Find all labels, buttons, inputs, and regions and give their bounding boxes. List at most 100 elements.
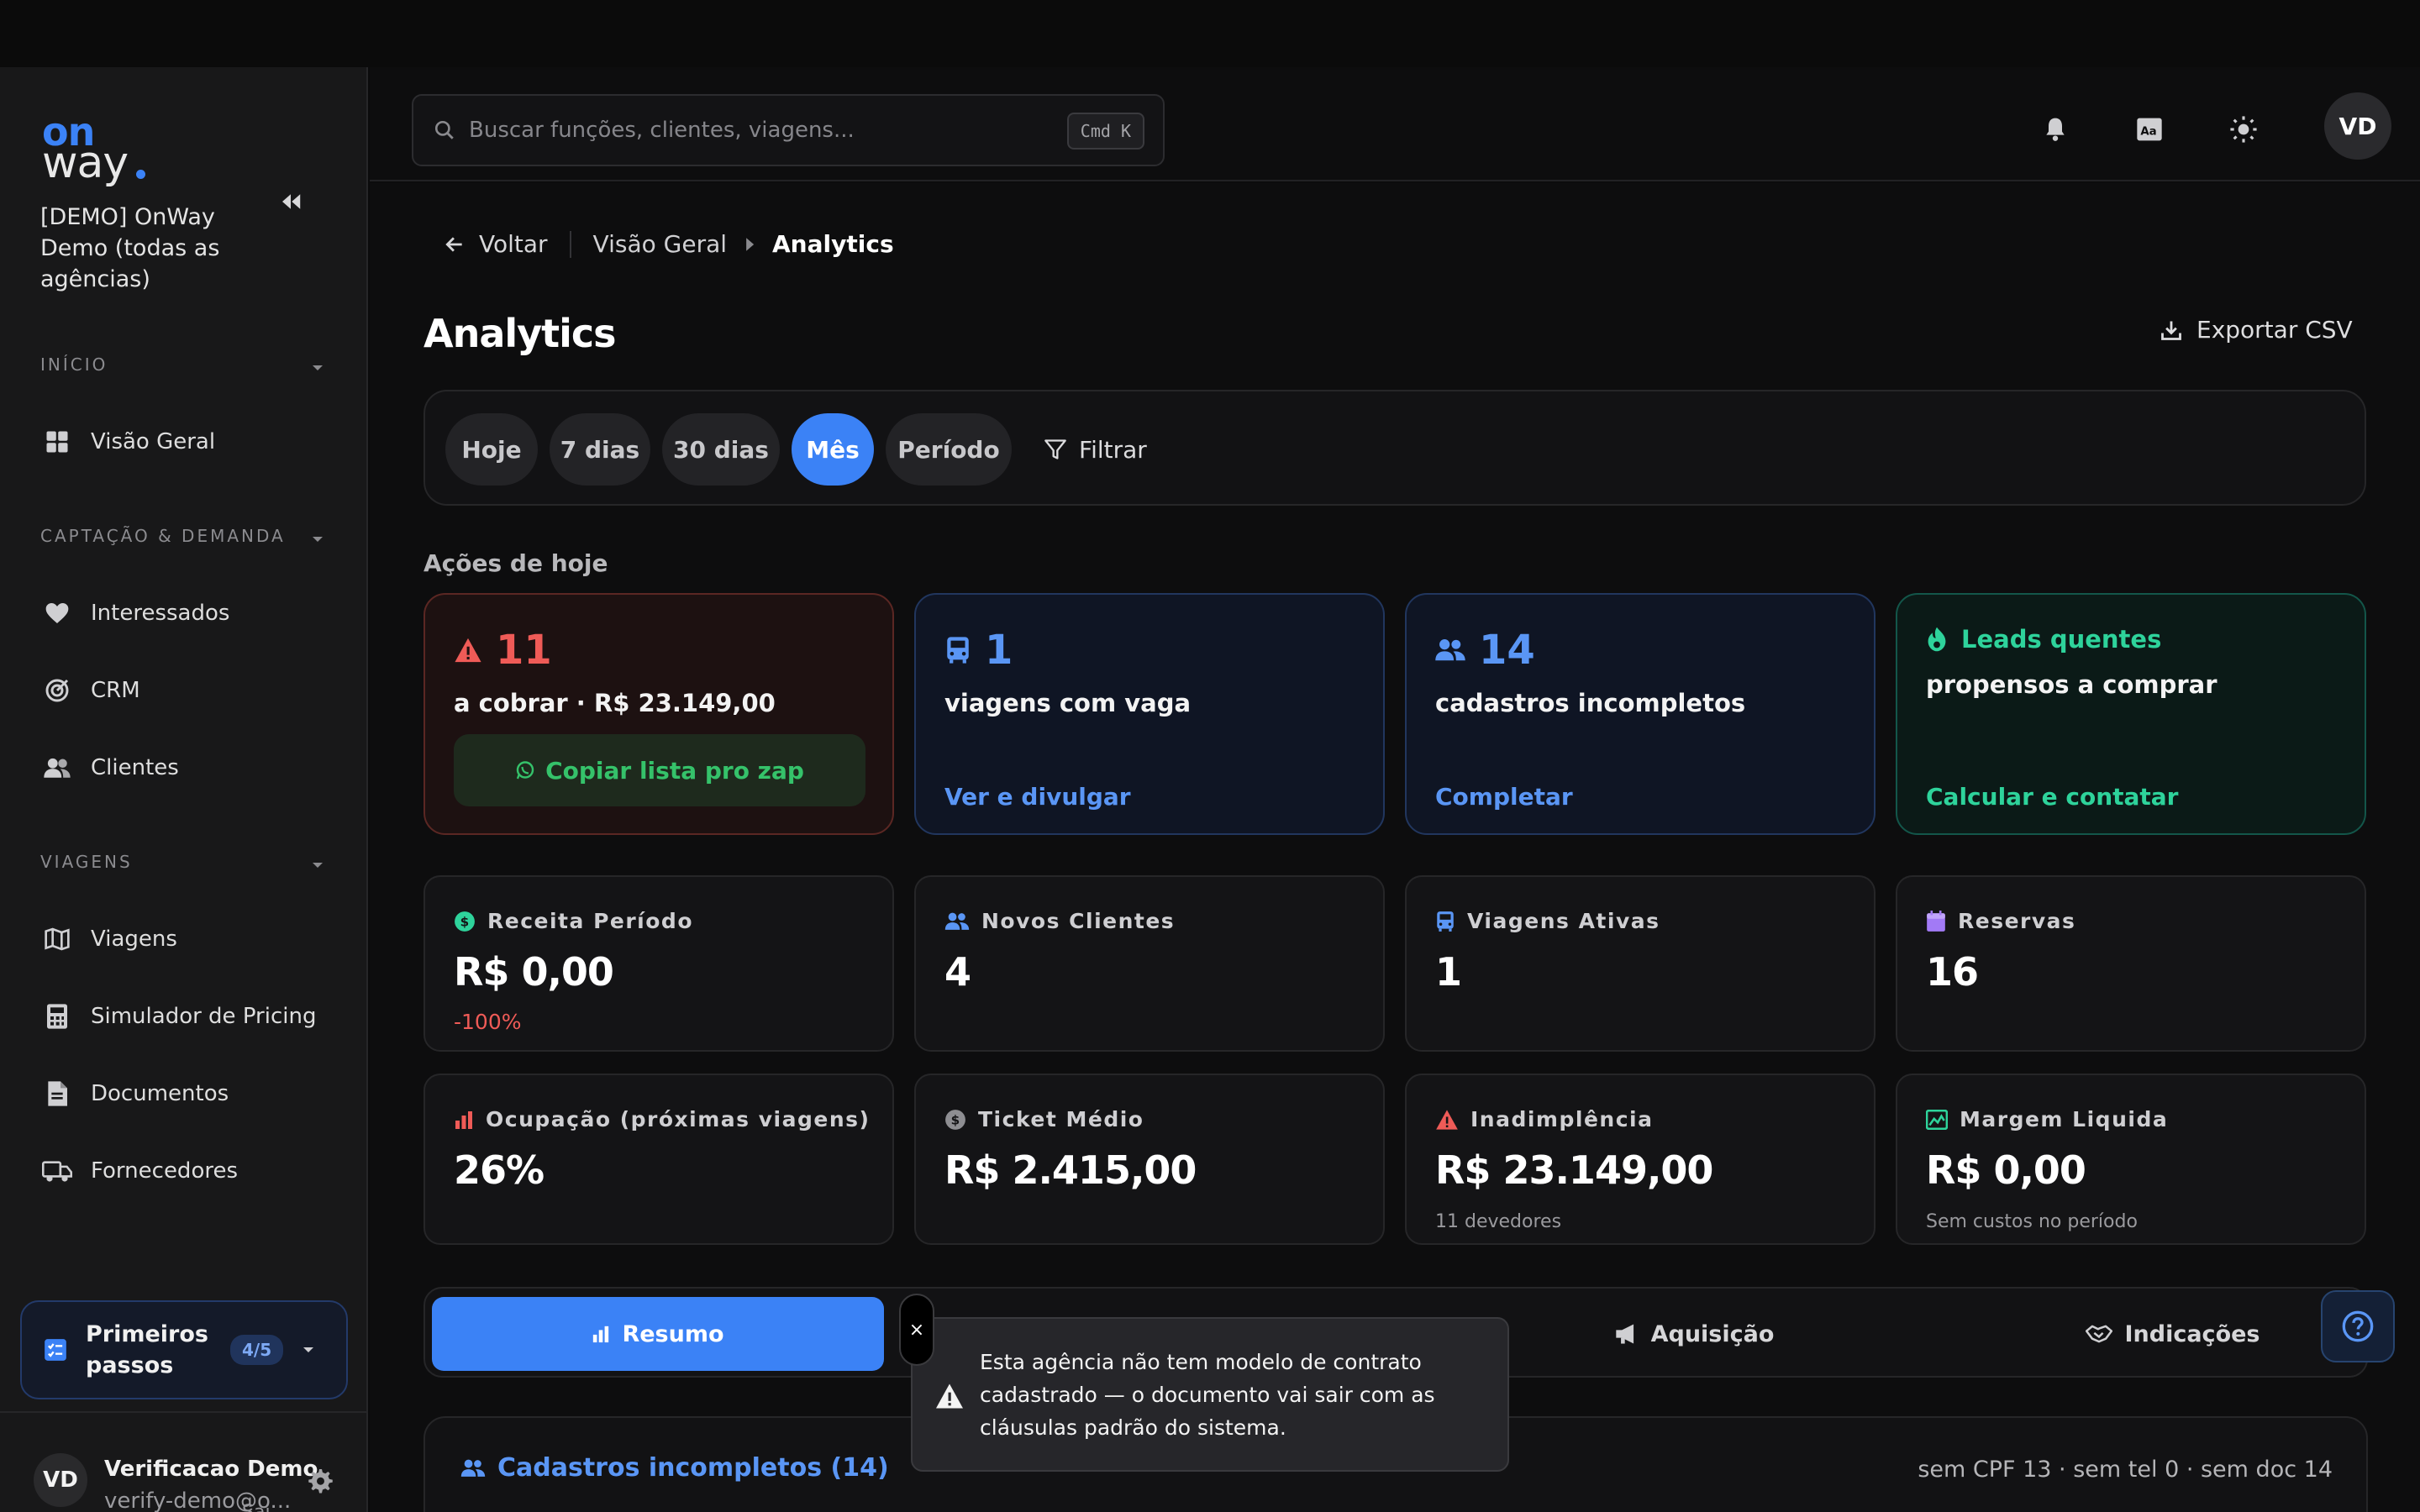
logout-link[interactable]: Sai... [242, 1502, 288, 1512]
sidebar-item-simulador-pricing[interactable]: Simulador de Pricing [30, 990, 338, 1043]
copy-zap-list-button[interactable]: Copiar lista pro zap [454, 734, 865, 806]
filter-button[interactable]: Filtrar [1044, 413, 1147, 486]
stat-card-title: Margem Liquida [1960, 1107, 2169, 1131]
tab-label: Indicações [2124, 1320, 2260, 1347]
action-card-desc: propensos a comprar [1926, 670, 2217, 699]
chevron-down-icon [303, 1347, 314, 1352]
period-pill-30-dias[interactable]: 30 dias [662, 413, 780, 486]
tab-indicacoes[interactable]: Indicações [2022, 1297, 2324, 1371]
document-icon [42, 1079, 72, 1109]
gear-icon[interactable] [304, 1467, 334, 1497]
help-button[interactable] [2321, 1290, 2395, 1362]
notifications-button[interactable] [2032, 106, 2079, 153]
stat-card-receita: $ Receita Período R$ 0,00 -100% [424, 875, 894, 1052]
stat-card-value: 1 [1435, 949, 1462, 995]
stat-card-head: $ Receita Período [454, 909, 693, 933]
back-button[interactable]: Voltar [444, 230, 548, 258]
chevron-down-icon[interactable] [308, 855, 328, 875]
incomplete-summary: sem CPF 13 · sem tel 0 · sem doc 14 [1918, 1457, 2333, 1483]
period-filter-bar: Hoje 7 dias 30 dias Mês Período Filtrar [424, 390, 2366, 506]
first-steps-label: Primeiros passos [86, 1321, 208, 1378]
action-card-desc: a cobrar · R$ 23.149,00 [454, 689, 776, 717]
header: Buscar funções, clientes, viagens... Cmd… [370, 67, 2420, 181]
sidebar-item-clientes[interactable]: Clientes [30, 741, 338, 795]
text-size-icon: Aa [2137, 118, 2162, 141]
period-pill-hoje[interactable]: Hoje [445, 413, 538, 486]
stat-card-viagens-ativas: Viagens Ativas 1 [1405, 875, 1876, 1052]
logo[interactable]: on way [42, 113, 160, 188]
chevron-right-icon [746, 237, 755, 251]
export-csv-button[interactable]: Exportar CSV [2160, 316, 2353, 344]
stat-card-value: R$ 0,00 [1926, 1147, 2086, 1193]
sidebar-item-label: Interessados [91, 601, 230, 626]
svg-text:Aa: Aa [2140, 126, 2156, 139]
complete-link[interactable]: Completar [1435, 783, 1573, 811]
breadcrumb-parent[interactable]: Visão Geral [593, 230, 727, 258]
tab-resumo[interactable]: Resumo [432, 1297, 884, 1371]
sidebar-item-crm[interactable]: CRM [30, 664, 338, 717]
see-and-share-link[interactable]: Ver e divulgar [944, 783, 1131, 811]
sidebar-item-fornecedores[interactable]: Fornecedores [30, 1144, 338, 1198]
search-input[interactable]: Buscar funções, clientes, viagens... Cmd… [412, 94, 1165, 166]
copy-zap-label: Copiar lista pro zap [545, 756, 804, 785]
actions-section-title: Ações de hoje [424, 549, 608, 577]
users-icon [944, 912, 970, 930]
chevron-down-icon[interactable] [308, 358, 328, 378]
stat-card-head: Inadimplência [1435, 1107, 1653, 1131]
download-icon [2161, 321, 2181, 340]
svg-text:$: $ [951, 1112, 960, 1127]
sidebar-item-viagens[interactable]: Viagens [30, 912, 338, 966]
stat-card-value: R$ 23.149,00 [1435, 1147, 1713, 1193]
logo-dot [136, 170, 145, 179]
avatar[interactable]: VD [34, 1453, 87, 1507]
toast-close-button[interactable]: × [899, 1294, 934, 1366]
collapse-sidebar-button[interactable] [274, 185, 308, 218]
action-card-head: 14 [1435, 627, 1535, 674]
agency-name[interactable]: [DEMO] OnWay Demo (todas as agências) [40, 202, 276, 295]
stat-card-margem: Margem Liquida R$ 0,00 Sem custos no per… [1896, 1074, 2366, 1245]
period-pill-periodo[interactable]: Período [886, 413, 1012, 486]
sidebar-item-visao-geral[interactable]: Visão Geral [30, 415, 338, 469]
stat-card-value: R$ 2.415,00 [944, 1147, 1197, 1193]
sidebar-item-label: CRM [91, 678, 140, 703]
section-title-inicio[interactable]: INÍCIO [40, 354, 108, 375]
action-card-title: Leads quentes [1961, 625, 2162, 654]
calendar-icon [1927, 910, 1945, 932]
section-title-viagens[interactable]: VIAGENS [40, 852, 133, 872]
avatar[interactable]: VD [2324, 92, 2391, 160]
arrow-left-icon [445, 236, 462, 252]
section-title-captacao[interactable]: CAPTAÇÃO & DEMANDA [40, 526, 286, 546]
handshake-icon [2086, 1325, 2113, 1343]
action-card-number: 11 [496, 627, 552, 674]
sidebar-item-label: Fornecedores [91, 1158, 239, 1184]
tab-aquisicao[interactable]: Aquisição [1543, 1297, 1845, 1371]
period-pill-mes[interactable]: Mês [792, 413, 874, 486]
flame-icon [1928, 627, 1946, 652]
sidebar-item-documentos[interactable]: Documentos [30, 1067, 338, 1121]
chevron-down-icon[interactable] [308, 529, 328, 549]
grid-icon [42, 427, 72, 457]
keyboard-shortcut-badge: Cmd K [1066, 113, 1144, 150]
incomplete-title-wrap[interactable]: Cadastros incompletos (14) [460, 1453, 889, 1483]
theme-toggle-button[interactable] [2220, 106, 2267, 153]
users-icon [1435, 639, 1465, 661]
back-label: Voltar [479, 230, 548, 258]
whatsapp-icon [516, 761, 534, 780]
font-size-button[interactable]: Aa [2126, 106, 2173, 153]
sidebar-item-interessados[interactable]: Interessados [30, 586, 338, 640]
calculate-contact-link[interactable]: Calcular e contatar [1926, 783, 2179, 811]
first-steps-card[interactable]: Primeiros passos 4/5 [20, 1300, 348, 1399]
bar-chart-icon [593, 1326, 609, 1343]
sidebar: on way [DEMO] OnWay Demo (todas as agênc… [0, 67, 368, 1512]
user-bar: VD Verificacao Demo verify-demo@o... [0, 1411, 368, 1512]
period-pill-7-dias[interactable]: 7 dias [550, 413, 650, 486]
bus-icon [1437, 911, 1454, 932]
logo-way: way [42, 138, 129, 188]
bell-icon [2046, 118, 2065, 141]
search-icon [434, 120, 454, 139]
action-card-desc: viagens com vaga [944, 689, 1192, 717]
action-card-head: 1 [944, 627, 1013, 674]
sidebar-item-label: Visão Geral [91, 429, 216, 454]
action-card-number: 1 [985, 627, 1013, 674]
breadcrumb-divider [569, 230, 571, 258]
